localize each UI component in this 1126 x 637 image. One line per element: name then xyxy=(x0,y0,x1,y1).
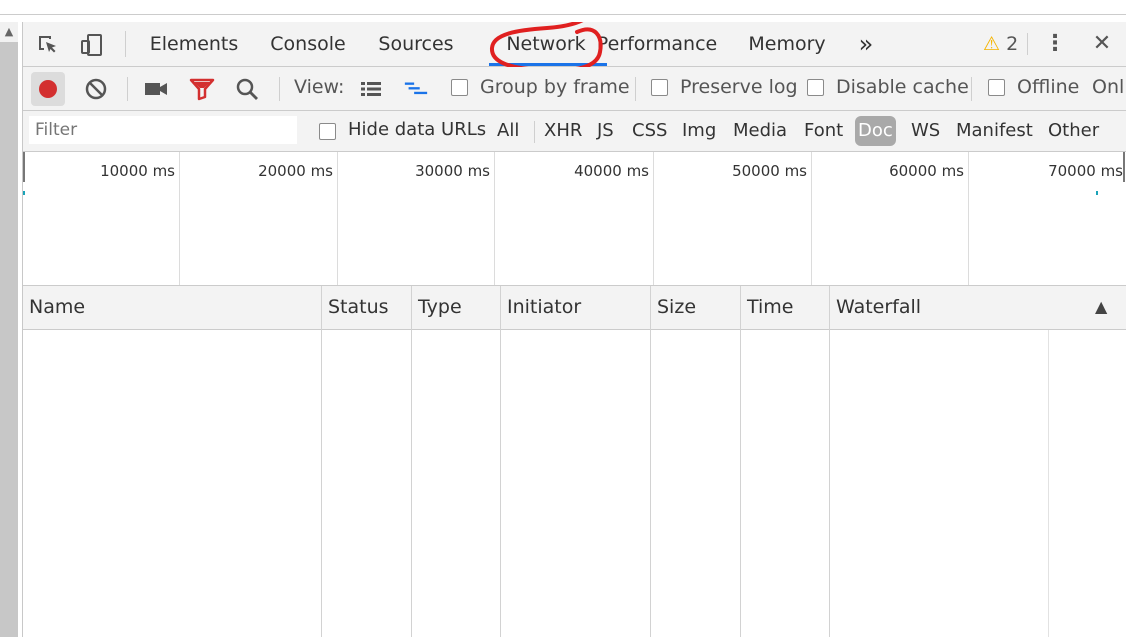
sort-ascending-icon[interactable]: ▲ xyxy=(1095,297,1107,316)
request-marker xyxy=(1096,191,1098,195)
tick-label: 60000 ms xyxy=(889,162,964,180)
filter-type-js[interactable]: JS xyxy=(594,116,617,146)
record-button[interactable] xyxy=(31,72,65,106)
hide-data-urls-checkbox[interactable] xyxy=(319,123,336,140)
search-icon[interactable] xyxy=(234,76,260,102)
toolbar-divider xyxy=(1027,33,1028,55)
offline-label: Offline xyxy=(1017,76,1080,98)
tick-label: 50000 ms xyxy=(732,162,807,180)
column-header-status[interactable]: Status xyxy=(322,286,411,329)
record-icon xyxy=(39,80,57,98)
tick-label: 40000 ms xyxy=(574,162,649,180)
filter-bar: Hide data URLs All XHR JS CSS Img Media … xyxy=(23,111,1126,152)
group-by-frame-label: Group by frame xyxy=(480,76,630,98)
filter-type-font[interactable]: Font xyxy=(801,116,846,146)
devtools-panel: Elements Console Sources Network Perform… xyxy=(22,22,1126,637)
column-header-type[interactable]: Type xyxy=(412,286,500,329)
inspect-element-icon[interactable] xyxy=(35,32,61,58)
tick-label: 10000 ms xyxy=(100,162,175,180)
filter-type-doc[interactable]: Doc xyxy=(855,116,896,146)
filter-type-css[interactable]: CSS xyxy=(629,116,670,146)
toolbar-divider xyxy=(279,77,280,101)
tab-sources[interactable]: Sources xyxy=(369,22,463,66)
disable-cache-checkbox[interactable] xyxy=(807,79,824,96)
customize-menu-icon[interactable]: ⋮ xyxy=(1043,30,1067,58)
requests-table-body[interactable] xyxy=(23,330,1126,637)
capture-screenshots-icon[interactable] xyxy=(143,76,169,102)
group-by-frame-checkbox[interactable] xyxy=(451,79,468,96)
network-overview[interactable]: 10000 ms 20000 ms 30000 ms 40000 ms 5000… xyxy=(23,152,1126,286)
large-rows-icon[interactable] xyxy=(358,76,384,102)
grid-line xyxy=(179,152,180,285)
filter-icon[interactable] xyxy=(189,76,215,102)
tick-label: 70000 ms xyxy=(1048,162,1123,180)
toolbar-divider xyxy=(127,77,128,101)
filter-input[interactable] xyxy=(29,116,297,144)
filter-type-manifest[interactable]: Manifest xyxy=(953,116,1036,146)
warning-icon: ⚠ xyxy=(983,33,1001,55)
more-tabs-icon[interactable]: » xyxy=(851,22,881,66)
warning-count: 2 xyxy=(1006,33,1019,55)
preserve-log-checkbox[interactable] xyxy=(651,79,668,96)
hide-data-urls-label: Hide data URLs xyxy=(348,119,487,140)
grid-line xyxy=(337,152,338,285)
filter-type-media[interactable]: Media xyxy=(730,116,790,146)
filter-type-img[interactable]: Img xyxy=(679,116,719,146)
overview-waterfall-icon[interactable] xyxy=(403,76,429,102)
filter-type-xhr[interactable]: XHR xyxy=(541,116,585,146)
grid-line xyxy=(811,152,812,285)
tick-label: 20000 ms xyxy=(258,162,333,180)
close-devtools-icon[interactable]: ✕ xyxy=(1089,30,1115,58)
toolbar-divider xyxy=(635,77,636,101)
warnings-counter[interactable]: ⚠ 2 xyxy=(983,32,1018,56)
toolbar-divider xyxy=(534,121,535,143)
disable-cache-label: Disable cache xyxy=(836,76,969,98)
toolbar-divider xyxy=(971,77,972,101)
tab-memory[interactable]: Memory xyxy=(741,22,833,66)
overview-left-handle[interactable] xyxy=(23,152,25,182)
tab-performance[interactable]: Performance xyxy=(593,22,721,66)
clear-icon[interactable] xyxy=(83,76,109,102)
filter-type-all[interactable]: All xyxy=(494,116,522,146)
throttling-select[interactable]: Onl xyxy=(1092,76,1124,98)
scroll-up-arrow-icon[interactable]: ▲ xyxy=(0,22,18,42)
tab-elements[interactable]: Elements xyxy=(141,22,247,66)
tab-console[interactable]: Console xyxy=(261,22,355,66)
preserve-log-label: Preserve log xyxy=(680,76,798,98)
grid-line xyxy=(653,152,654,285)
device-toolbar-icon[interactable] xyxy=(79,32,105,58)
overview-right-handle[interactable] xyxy=(1123,152,1125,182)
column-header-name[interactable]: Name xyxy=(23,286,321,329)
column-header-time[interactable]: Time xyxy=(741,286,829,329)
scrollbar[interactable] xyxy=(0,22,18,637)
requests-table-header: Name Status Type Initiator Size Time Wat… xyxy=(23,286,1126,330)
toolbar-divider xyxy=(125,31,126,57)
column-header-initiator[interactable]: Initiator xyxy=(501,286,650,329)
filter-type-other[interactable]: Other xyxy=(1045,116,1102,146)
tick-label: 30000 ms xyxy=(415,162,490,180)
offline-checkbox[interactable] xyxy=(988,79,1005,96)
column-header-waterfall[interactable]: Waterfall xyxy=(830,286,1070,329)
filter-type-ws[interactable]: WS xyxy=(908,116,943,146)
window-top-stripe xyxy=(0,0,1126,15)
column-header-size[interactable]: Size xyxy=(651,286,740,329)
view-label: View: xyxy=(294,76,345,98)
network-toolbar: View: Group by frame Preserve log Disabl… xyxy=(23,67,1126,111)
grid-line xyxy=(968,152,969,285)
grid-line xyxy=(494,152,495,285)
request-marker xyxy=(23,191,25,195)
